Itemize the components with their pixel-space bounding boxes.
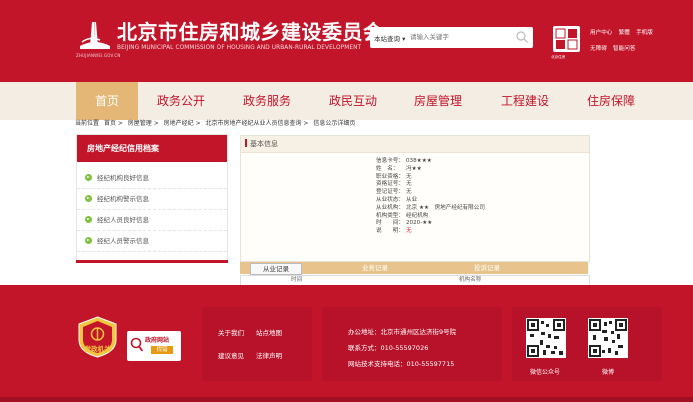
commission-logo-icon[interactable] <box>78 20 112 52</box>
gov-site-error-finder[interactable]: 政府网站 找错 <box>127 331 181 361</box>
badge-text: 党政机关 <box>84 345 111 353</box>
contact-phone: 联系方式：010-55597026 <box>348 344 429 352</box>
nav-government-services[interactable]: 政务服务 <box>234 82 300 120</box>
accessibility-link[interactable]: 无障碍 <box>590 44 607 54</box>
gov-site-text: 政府网站 <box>145 337 170 344</box>
sidebar-item-label: 经纪人员良好信息 <box>97 216 149 224</box>
arrow-circle-icon <box>85 174 92 181</box>
nav-government-affairs[interactable]: 政务公开 <box>148 82 214 120</box>
info-row-card-no: 信息卡号： 038★★★ <box>376 158 432 164</box>
arrow-circle-icon <box>85 216 92 223</box>
tab-business-record[interactable]: 业务记录 <box>362 262 388 274</box>
search-input[interactable] <box>410 30 510 44</box>
weibo-qr-code-icon[interactable] <box>588 318 628 358</box>
sidebar-bottom-bar <box>76 260 228 263</box>
party-government-badge-icon[interactable]: 党政机关 <box>77 316 118 358</box>
mobile-link[interactable]: 手机版 <box>636 28 653 38</box>
sidebar-item-label: 经纪机构警示信息 <box>97 195 149 203</box>
about-us-link[interactable]: 关于我们 <box>218 327 244 337</box>
nav-housing-security[interactable]: 住房保障 <box>578 82 644 120</box>
site-subtitle: BEIJING MUNICIPAL COMMISSION OF HOUSING … <box>117 45 362 51</box>
search-icon[interactable] <box>515 30 529 44</box>
basic-info-panel: 基本信息 信息卡号： 038★★★ 姓 名： 冯★★ 职业资格：无 资格证号：无 登… <box>240 135 590 262</box>
record-tabs: 从业记录 业务记录 投诉记录 <box>240 262 588 275</box>
site-header: ZHUJIANWEI.GOV.CN 北京市住房和城乡建设委员会 BEIJING … <box>0 0 693 82</box>
info-row-note: 说 明：无 <box>376 228 412 235</box>
nav-construction[interactable]: 工程建设 <box>490 82 560 120</box>
info-list: 信息卡号： 038★★★ 姓 名： 冯★★ 职业资格：无 资格证号：无 登记证号：无… <box>376 158 485 236</box>
footer-contact-box: 办公地址：北京市通州区达济街9号院 联系方式：010-55597026 网站技术… <box>322 307 502 381</box>
office-address: 办公地址：北京市通州区达济街9号院 <box>348 328 457 336</box>
info-row-status: 从业状态： 从业 <box>376 196 418 203</box>
nav-interaction[interactable]: 政民互动 <box>320 82 386 120</box>
top-links: 用户中心 繁體 手机版 无障碍 智能问答 <box>590 27 670 59</box>
legal-notice-link[interactable]: 法律声明 <box>256 350 282 360</box>
breadcrumb: 当前位置 首页 > 房屋管理 > 房地产经纪 > 北京市房地产经纪从业人员信息查… <box>75 118 358 127</box>
weibo-caption: 微博 <box>602 369 615 376</box>
sidebar-item-label: 经纪人员警示信息 <box>97 237 149 245</box>
info-row-registration-no: 登记证号：无 <box>376 189 412 196</box>
wechat-qr-code-icon[interactable] <box>526 318 566 358</box>
sidebar-item-label: 经纪机构良好信息 <box>97 174 149 182</box>
sidebar-item-agent-good[interactable]: 经纪人员良好信息 <box>77 210 227 231</box>
find-error-text: 找错 <box>151 346 173 354</box>
arrow-circle-icon <box>85 195 92 202</box>
feedback-link[interactable]: 建议意见 <box>218 350 244 360</box>
logo-caption: ZHUJIANWEI.GOV.CN <box>76 53 121 58</box>
smart-qa-link[interactable]: 智能问答 <box>613 44 635 54</box>
breadcrumb-housing[interactable]: 房屋管理 > <box>128 120 159 127</box>
support-phone: 网站技术支持电话：010-55597715 <box>348 360 455 368</box>
info-row-agency: 从业机构： 北京 ★★ 房地产经纪有限公司 <box>376 204 485 211</box>
search-scope-select[interactable]: 本站查询 ▾ <box>374 33 405 43</box>
magnifier-icon <box>130 337 144 352</box>
beijing-housing-badge-icon[interactable] <box>553 26 580 52</box>
main-nav: 首页 政务公开 政务服务 政民互动 房屋管理 工程建设 住房保障 <box>0 82 693 120</box>
sidebar-item-agency-warning[interactable]: 经纪机构警示信息 <box>77 189 227 210</box>
breadcrumb-current: 信息公示详细页 <box>313 120 356 127</box>
breadcrumb-brokerage[interactable]: 房地产经纪 > <box>164 120 201 127</box>
footer-links-box: 关于我们 站点地图 建议意见 法律声明 <box>202 307 312 381</box>
arrow-circle-icon <box>85 237 92 244</box>
breadcrumb-label: 当前位置 <box>75 120 100 127</box>
site-title[interactable]: 北京市住房和城乡建设委员会 <box>117 16 384 45</box>
site-map-link[interactable]: 站点地图 <box>256 327 282 337</box>
badge-caption: 北京住房 <box>551 55 566 59</box>
breadcrumb-query[interactable]: 北京市房地产经纪从业人员信息查询 > <box>206 120 309 127</box>
site-footer: 党政机关 政府网站 找错 关于我们 站点地图 建议意见 法律声明 办公地址：北京… <box>0 285 693 402</box>
nav-home[interactable]: 首页 <box>76 82 138 120</box>
info-row-name: 姓 名： 冯★★ <box>376 165 422 172</box>
site-search: 本站查询 ▾ <box>370 27 533 48</box>
tab-complaint-record[interactable]: 投诉记录 <box>474 262 500 274</box>
footer-bottom-bar <box>0 397 693 402</box>
nav-housing-management[interactable]: 房屋管理 <box>405 82 471 120</box>
column-header-time: 时间 <box>291 277 303 283</box>
panel-title: 基本信息 <box>241 136 589 153</box>
traditional-chinese-link[interactable]: 繁體 <box>619 28 630 38</box>
breadcrumb-home[interactable]: 首页 > <box>104 120 123 127</box>
tab-employment-record[interactable]: 从业记录 <box>250 263 302 275</box>
footer-qr-box: 微信公众号 微博 <box>512 307 662 381</box>
column-header-agency-name: 机构名称 <box>459 277 482 283</box>
info-row-time: 时 间： 2020-★★ <box>376 220 433 227</box>
sidebar-title: 房地产经纪信用档案 <box>77 135 227 162</box>
wechat-caption: 微信公众号 <box>530 369 561 376</box>
user-center-link[interactable]: 用户中心 <box>590 28 612 38</box>
sidebar-item-agent-warning[interactable]: 经纪人员警示信息 <box>77 231 227 252</box>
sidebar: 房地产经纪信用档案 经纪机构良好信息 经纪机构警示信息 经纪人员良好信息 经纪人… <box>76 134 228 263</box>
sidebar-item-agency-good[interactable]: 经纪机构良好信息 <box>77 168 227 189</box>
